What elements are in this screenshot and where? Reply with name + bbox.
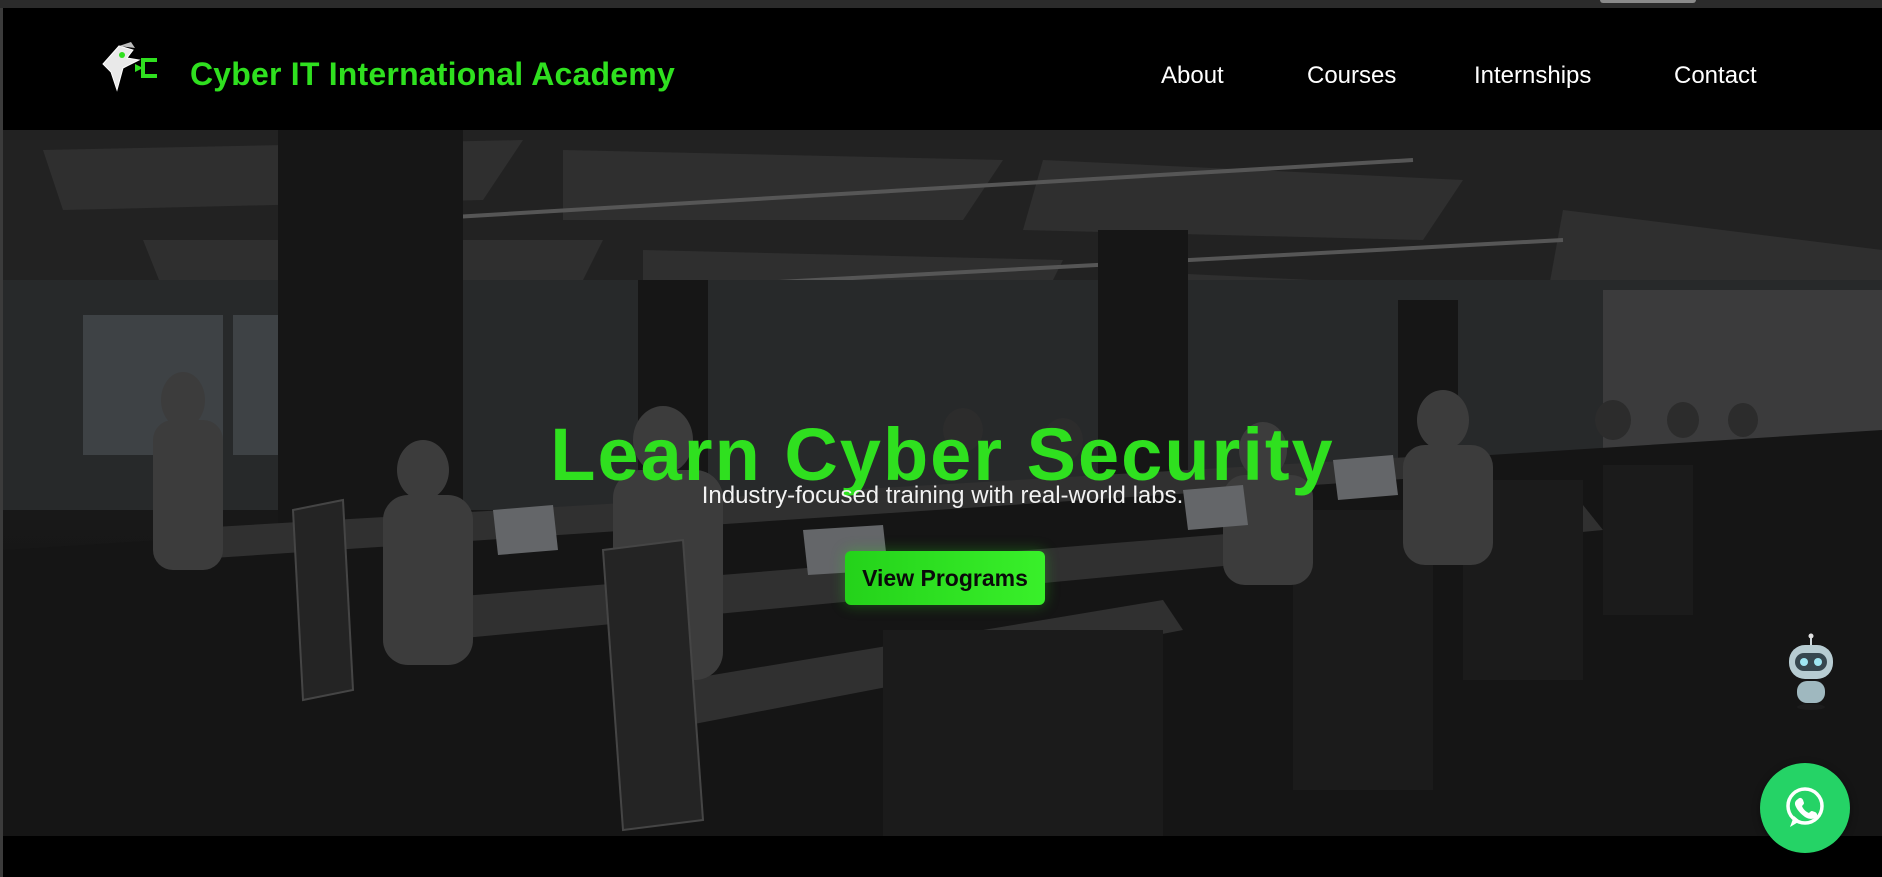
view-programs-button[interactable]: View Programs [845,551,1045,605]
brand-name[interactable]: Cyber IT International Academy [190,56,675,93]
cyber-hawk-logo-icon[interactable] [97,38,163,96]
nav-about[interactable]: About [1161,62,1224,90]
nav-courses[interactable]: Courses [1307,62,1396,90]
hero-subtitle: Industry-focused training with real-worl… [701,482,1184,509]
section-divider [3,836,1882,877]
nav-contact[interactable]: Contact [1674,62,1757,90]
whatsapp-button[interactable] [1760,763,1850,853]
whatsapp-icon [1786,787,1824,827]
page: Cyber IT International Academy About Cou… [3,8,1882,877]
hero-section: Learn Cyber Security Industry-focused tr… [3,130,1882,836]
browser-scroll-knob [1600,0,1696,3]
nav-internships[interactable]: Internships [1474,62,1591,90]
navbar: Cyber IT International Academy About Cou… [3,8,1882,130]
robot-chat-icon[interactable] [1783,633,1839,711]
browser-top-strip [0,0,1882,8]
